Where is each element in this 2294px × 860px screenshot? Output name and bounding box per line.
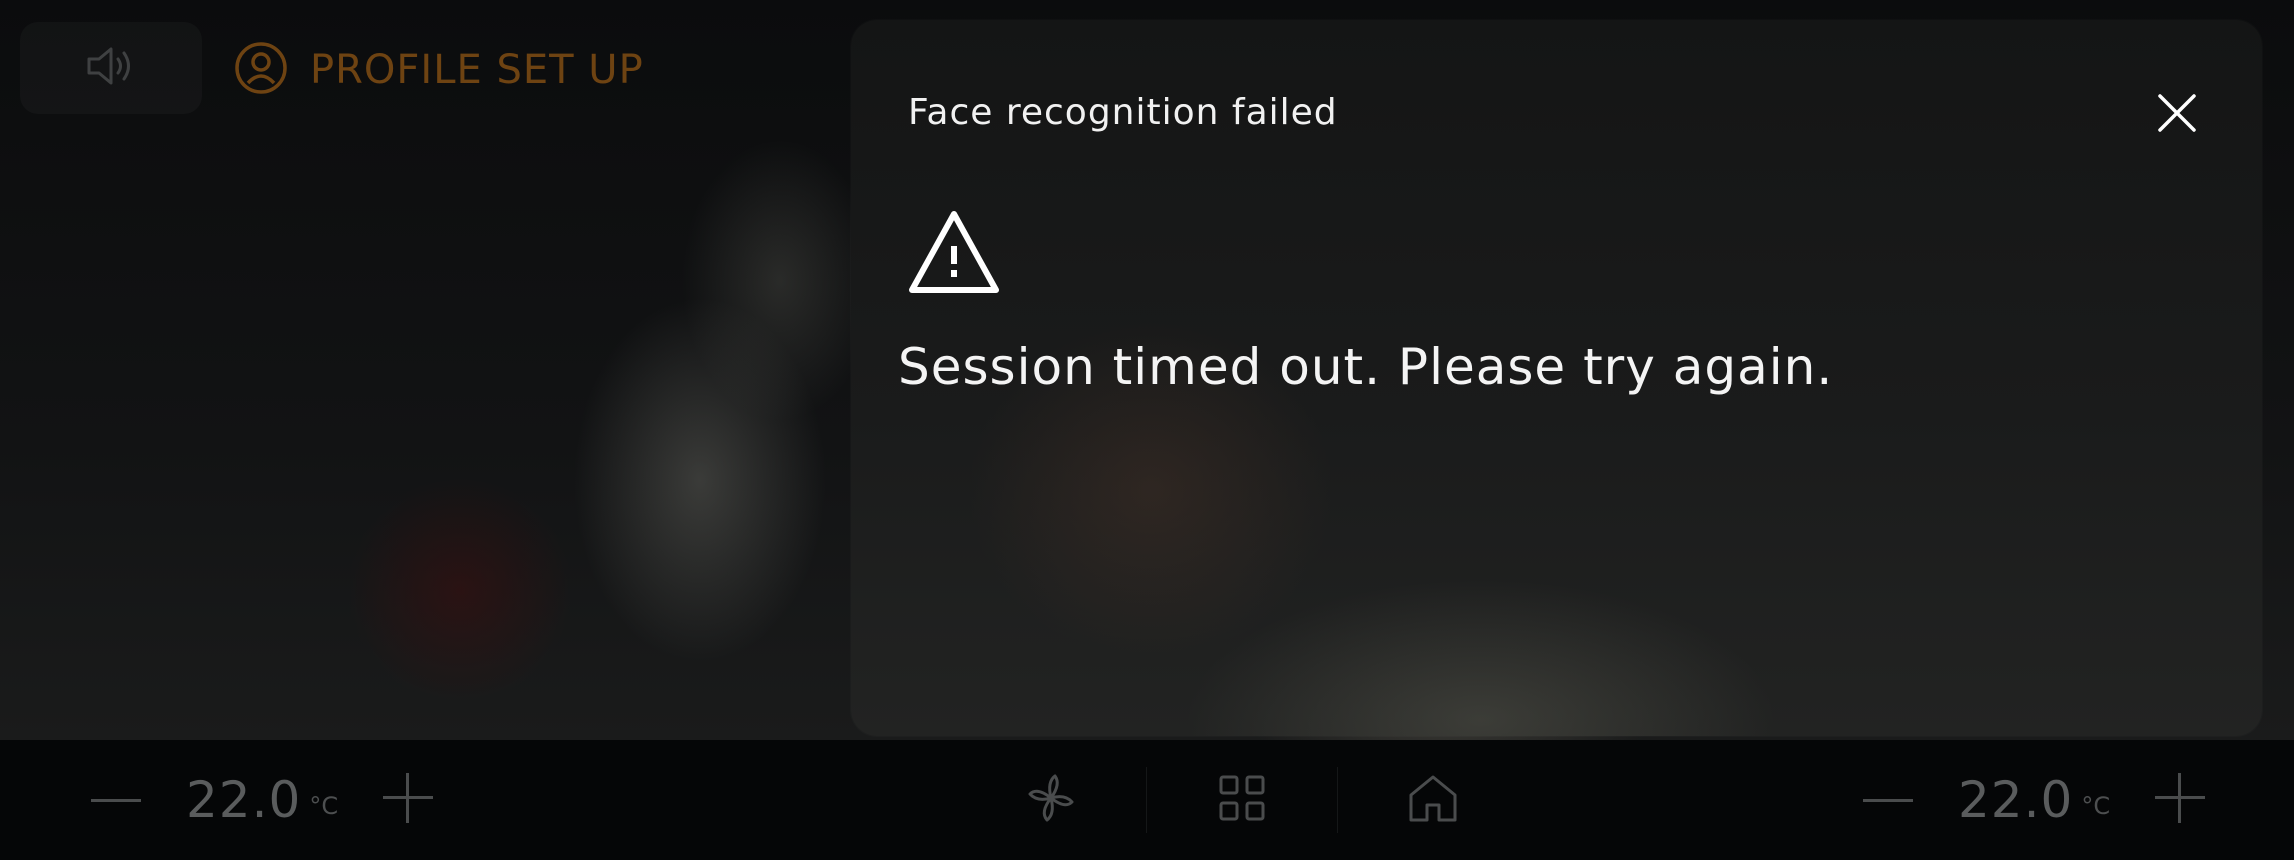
- plus-icon: [2155, 773, 2206, 827]
- minus-icon: [91, 791, 141, 810]
- temperature-right: 22.0: [1958, 771, 2074, 829]
- top-bar: PROFILE SET UP: [0, 0, 860, 130]
- speaker-icon: [85, 44, 137, 92]
- divider: [1146, 767, 1147, 833]
- temp-down-button-left[interactable]: [86, 770, 146, 830]
- divider: [1337, 767, 1338, 833]
- infotainment-screen: PROFILE SET UP Face recognition failed S…: [0, 0, 2294, 860]
- bottom-bar: 22.0 °C 22.0 °C: [0, 740, 2294, 860]
- error-message: Session timed out. Please try again.: [898, 338, 1834, 396]
- fan-button[interactable]: [1006, 765, 1096, 835]
- climate-left: 22.0 °C: [86, 770, 438, 830]
- apps-button[interactable]: [1197, 765, 1287, 835]
- plus-icon: [383, 773, 434, 827]
- close-icon: [2157, 93, 2197, 137]
- face-recognition-error-dialog: Face recognition failed Session timed ou…: [851, 20, 2262, 736]
- dialog-title: Face recognition failed: [908, 92, 1338, 133]
- home-icon: [1407, 773, 1459, 827]
- temp-up-button-right[interactable]: [2150, 770, 2210, 830]
- climate-right: 22.0 °C: [1858, 770, 2210, 830]
- fan-icon: [1025, 772, 1077, 828]
- close-button[interactable]: [2154, 92, 2200, 138]
- sound-button[interactable]: [20, 22, 202, 114]
- temperature-left: 22.0: [186, 771, 302, 829]
- minus-icon: [1863, 791, 1913, 810]
- temperature-unit-left: °C: [309, 792, 339, 820]
- grid-icon: [1218, 774, 1266, 826]
- profile-setup-header[interactable]: PROFILE SET UP: [234, 42, 644, 98]
- center-nav: [1006, 765, 1478, 835]
- temp-down-button-right[interactable]: [1858, 770, 1918, 830]
- home-button[interactable]: [1388, 765, 1478, 835]
- temperature-unit-right: °C: [2081, 792, 2111, 820]
- profile-setup-label: PROFILE SET UP: [310, 47, 644, 93]
- temp-up-button-left[interactable]: [378, 770, 438, 830]
- user-circle-icon: [234, 41, 288, 99]
- warning-triangle-icon: [908, 210, 1000, 298]
